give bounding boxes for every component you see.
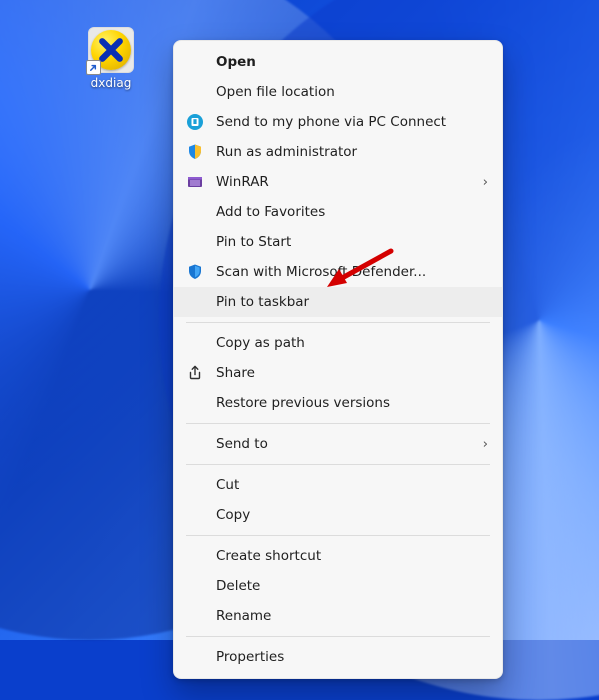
share-icon — [186, 364, 204, 382]
menu-separator — [186, 636, 490, 637]
menu-item-pin-taskbar[interactable]: Pin to taskbar — [174, 287, 502, 317]
menu-label: Cut — [216, 477, 488, 493]
menu-separator — [186, 322, 490, 323]
menu-item-restore-versions[interactable]: Restore previous versions — [174, 388, 502, 418]
menu-label: Copy as path — [216, 335, 488, 351]
menu-item-create-shortcut[interactable]: Create shortcut — [174, 541, 502, 571]
menu-label: Open file location — [216, 84, 488, 100]
menu-label: Pin to taskbar — [216, 294, 488, 310]
shield-admin-icon — [186, 143, 204, 161]
winrar-icon — [186, 173, 204, 191]
menu-separator — [186, 535, 490, 536]
menu-item-defender-scan[interactable]: Scan with Microsoft Defender... — [174, 257, 502, 287]
menu-item-open-file-location[interactable]: Open file location — [174, 77, 502, 107]
menu-item-pc-connect[interactable]: Send to my phone via PC Connect — [174, 107, 502, 137]
defender-shield-icon — [186, 263, 204, 281]
menu-item-copy-as-path[interactable]: Copy as path — [174, 328, 502, 358]
menu-item-properties[interactable]: Properties — [174, 642, 502, 672]
menu-item-add-favorites[interactable]: Add to Favorites — [174, 197, 502, 227]
menu-label: Properties — [216, 649, 488, 665]
menu-label: Create shortcut — [216, 548, 488, 564]
menu-label: Pin to Start — [216, 234, 488, 250]
menu-item-send-to[interactable]: Send to › — [174, 429, 502, 459]
menu-label: Send to — [216, 436, 471, 452]
pc-connect-icon — [186, 113, 204, 131]
context-menu: Open Open file location Send to my phone… — [173, 40, 503, 679]
menu-label: Rename — [216, 608, 488, 624]
desktop-icon-label: dxdiag — [91, 77, 132, 90]
submenu-chevron-icon: › — [483, 436, 488, 452]
menu-label: Share — [216, 365, 488, 381]
menu-item-copy[interactable]: Copy — [174, 500, 502, 530]
menu-separator — [186, 464, 490, 465]
menu-item-winrar[interactable]: WinRAR › — [174, 167, 502, 197]
menu-item-share[interactable]: Share — [174, 358, 502, 388]
menu-label: WinRAR — [216, 174, 471, 190]
menu-item-open[interactable]: Open — [174, 47, 502, 77]
menu-label: Restore previous versions — [216, 395, 488, 411]
menu-label: Copy — [216, 507, 488, 523]
menu-label: Run as administrator — [216, 144, 488, 160]
menu-label: Send to my phone via PC Connect — [216, 114, 488, 130]
submenu-chevron-icon: › — [483, 174, 488, 190]
dxdiag-icon — [88, 27, 134, 73]
desktop-shortcut-dxdiag[interactable]: dxdiag — [77, 27, 145, 90]
menu-label: Add to Favorites — [216, 204, 488, 220]
menu-item-delete[interactable]: Delete — [174, 571, 502, 601]
menu-label: Scan with Microsoft Defender... — [216, 264, 488, 280]
menu-item-cut[interactable]: Cut — [174, 470, 502, 500]
menu-item-pin-start[interactable]: Pin to Start — [174, 227, 502, 257]
menu-item-rename[interactable]: Rename — [174, 601, 502, 631]
shortcut-overlay-icon — [86, 60, 101, 75]
menu-label: Open — [216, 54, 488, 70]
menu-label: Delete — [216, 578, 488, 594]
menu-item-run-as-admin[interactable]: Run as administrator — [174, 137, 502, 167]
menu-separator — [186, 423, 490, 424]
